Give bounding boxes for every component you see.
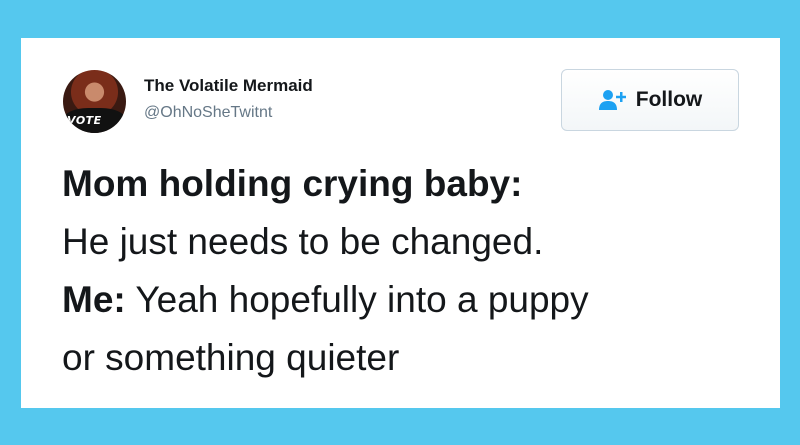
tweet-line-1-bold: Mom holding crying baby: (62, 163, 523, 204)
author-display-name[interactable]: The Volatile Mermaid (144, 76, 313, 96)
add-user-icon (598, 89, 628, 111)
avatar-vote-text: VOTE (67, 114, 102, 127)
follow-button[interactable]: Follow (561, 69, 739, 131)
tweet-text: Mom holding crying baby: He just needs t… (62, 155, 762, 387)
tweet-line-3: Me: Yeah hopefully into a puppy (62, 271, 762, 329)
avatar[interactable]: VOTE (63, 70, 126, 133)
follow-button-label: Follow (635, 88, 703, 111)
tweet-card: VOTE The Volatile Mermaid @OhNoSheTwitnt… (21, 38, 780, 408)
author-handle[interactable]: @OhNoSheTwitnt (144, 104, 272, 122)
tweet-line-2: He just needs to be changed. (62, 221, 544, 262)
tweet-line-3-rest: Yeah hopefully into a puppy (125, 279, 589, 320)
tweet-line-3-bold: Me: (62, 279, 126, 320)
tweet-line-1: Mom holding crying baby: (62, 155, 762, 213)
tweet-line-4: or something quieter (62, 337, 400, 378)
